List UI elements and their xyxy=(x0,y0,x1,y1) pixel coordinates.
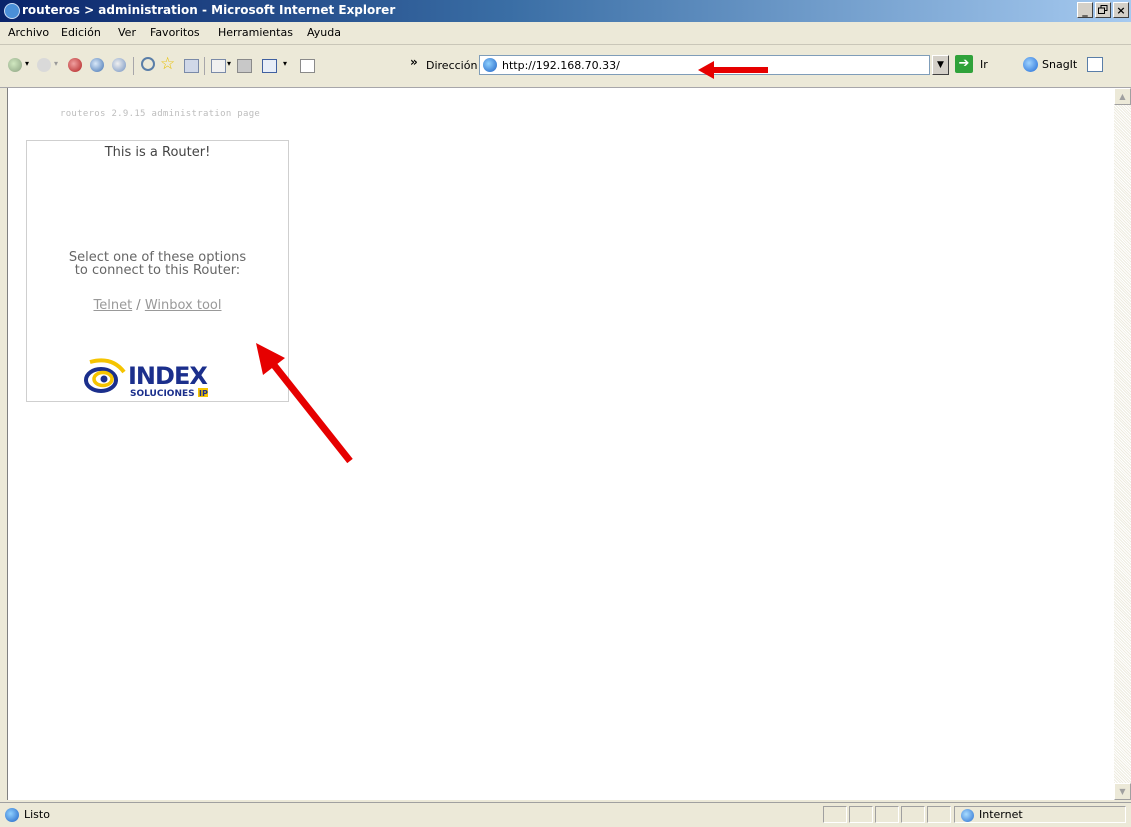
minimize-button[interactable]: _ xyxy=(1077,2,1093,18)
page-content: routeros 2.9.15 administration page This… xyxy=(7,88,1115,800)
menu-favoritos[interactable]: Favoritos xyxy=(150,26,200,39)
router-panel: This is a Router! Select one of these op… xyxy=(26,140,289,402)
logo-swirl-icon xyxy=(84,358,126,393)
svg-text:IP: IP xyxy=(199,389,208,398)
scroll-up-button[interactable]: ▲ xyxy=(1114,88,1131,105)
forward-icon[interactable] xyxy=(37,58,51,72)
menu-bar: Archivo Edición Ver Favoritos Herramient… xyxy=(0,22,1131,45)
svg-text:SOLUCIONES: SOLUCIONES xyxy=(130,389,195,399)
toolbar-separator xyxy=(204,57,205,75)
address-bar[interactable]: http://192.168.70.33/ xyxy=(479,55,930,75)
address-label: Dirección xyxy=(426,59,478,72)
instructions-line-2: to connect to this Router: xyxy=(74,263,241,278)
connect-links: Telnet / Winbox tool xyxy=(27,298,288,313)
menu-ver[interactable]: Ver xyxy=(118,26,136,39)
status-panel xyxy=(849,806,873,823)
menu-herramientas[interactable]: Herramientas xyxy=(218,26,293,39)
window-controls: _ × xyxy=(1077,2,1129,18)
mail-icon[interactable] xyxy=(211,59,226,73)
router-title: This is a Router! xyxy=(104,145,211,160)
title-bar: routeros > administration - Microsoft In… xyxy=(0,0,1131,22)
scroll-down-button[interactable]: ▼ xyxy=(1114,783,1131,800)
toolbar: ▾ ▾ ☆ ▾ ▾ » Dirección http://192.168.70.… xyxy=(0,45,1131,88)
refresh-icon[interactable] xyxy=(90,58,104,72)
favorites-star-icon[interactable]: ☆ xyxy=(160,54,175,74)
edit-icon[interactable] xyxy=(262,59,277,73)
vertical-scrollbar[interactable]: ▲ ▼ xyxy=(1114,88,1131,800)
status-panel xyxy=(901,806,925,823)
snagit-capture-icon[interactable] xyxy=(1087,57,1103,72)
security-zone-text: Internet xyxy=(979,808,1023,821)
internet-zone-icon xyxy=(961,809,974,822)
winbox-link[interactable]: Winbox tool xyxy=(145,298,222,313)
menu-ayuda[interactable]: Ayuda xyxy=(307,26,341,39)
ie-icon[interactable] xyxy=(4,3,20,19)
admin-page-title: routeros 2.9.15 administration page xyxy=(60,109,261,119)
status-page-icon xyxy=(5,808,19,822)
snagit-icon[interactable] xyxy=(1023,57,1038,72)
back-icon[interactable] xyxy=(8,58,22,72)
snagit-label[interactable]: SnagIt xyxy=(1042,58,1077,71)
address-dropdown-button[interactable]: ▼ xyxy=(932,55,949,75)
discuss-icon[interactable] xyxy=(300,59,315,73)
mail-dropdown-icon[interactable]: ▾ xyxy=(227,59,231,68)
restore-icon xyxy=(1098,5,1108,14)
stop-icon[interactable] xyxy=(68,58,82,72)
status-panel xyxy=(927,806,951,823)
print-icon[interactable] xyxy=(237,59,252,73)
home-icon[interactable] xyxy=(112,58,126,72)
telnet-link[interactable]: Telnet xyxy=(93,298,132,313)
close-button[interactable]: × xyxy=(1113,2,1129,18)
page-icon xyxy=(483,58,497,72)
svg-text:INDEX: INDEX xyxy=(128,362,208,390)
window-title: routeros > administration - Microsoft In… xyxy=(22,3,396,17)
link-separator: / xyxy=(132,298,145,313)
search-icon[interactable] xyxy=(141,57,155,71)
restore-button[interactable] xyxy=(1095,2,1111,18)
connect-instructions: Select one of these options to connect t… xyxy=(27,251,288,277)
go-button-label[interactable]: Ir xyxy=(980,58,988,71)
status-text: Listo xyxy=(24,808,50,821)
forward-dropdown-icon[interactable]: ▾ xyxy=(54,59,58,68)
edit-dropdown-icon[interactable]: ▾ xyxy=(283,59,287,68)
go-icon[interactable]: ➔ xyxy=(955,55,973,73)
back-dropdown-icon[interactable]: ▾ xyxy=(25,59,29,68)
menu-edicion[interactable]: Edición xyxy=(61,26,101,39)
toolbar-chevron[interactable]: » xyxy=(410,55,418,69)
history-icon[interactable] xyxy=(184,59,199,73)
address-url[interactable]: http://192.168.70.33/ xyxy=(502,59,620,72)
status-bar: Listo Internet xyxy=(0,802,1131,827)
menu-archivo[interactable]: Archivo xyxy=(8,26,49,39)
status-panel xyxy=(823,806,847,823)
toolbar-separator xyxy=(133,57,134,75)
status-panel xyxy=(875,806,899,823)
index-logo: INDEX SOLUCIONES IP xyxy=(84,358,209,399)
